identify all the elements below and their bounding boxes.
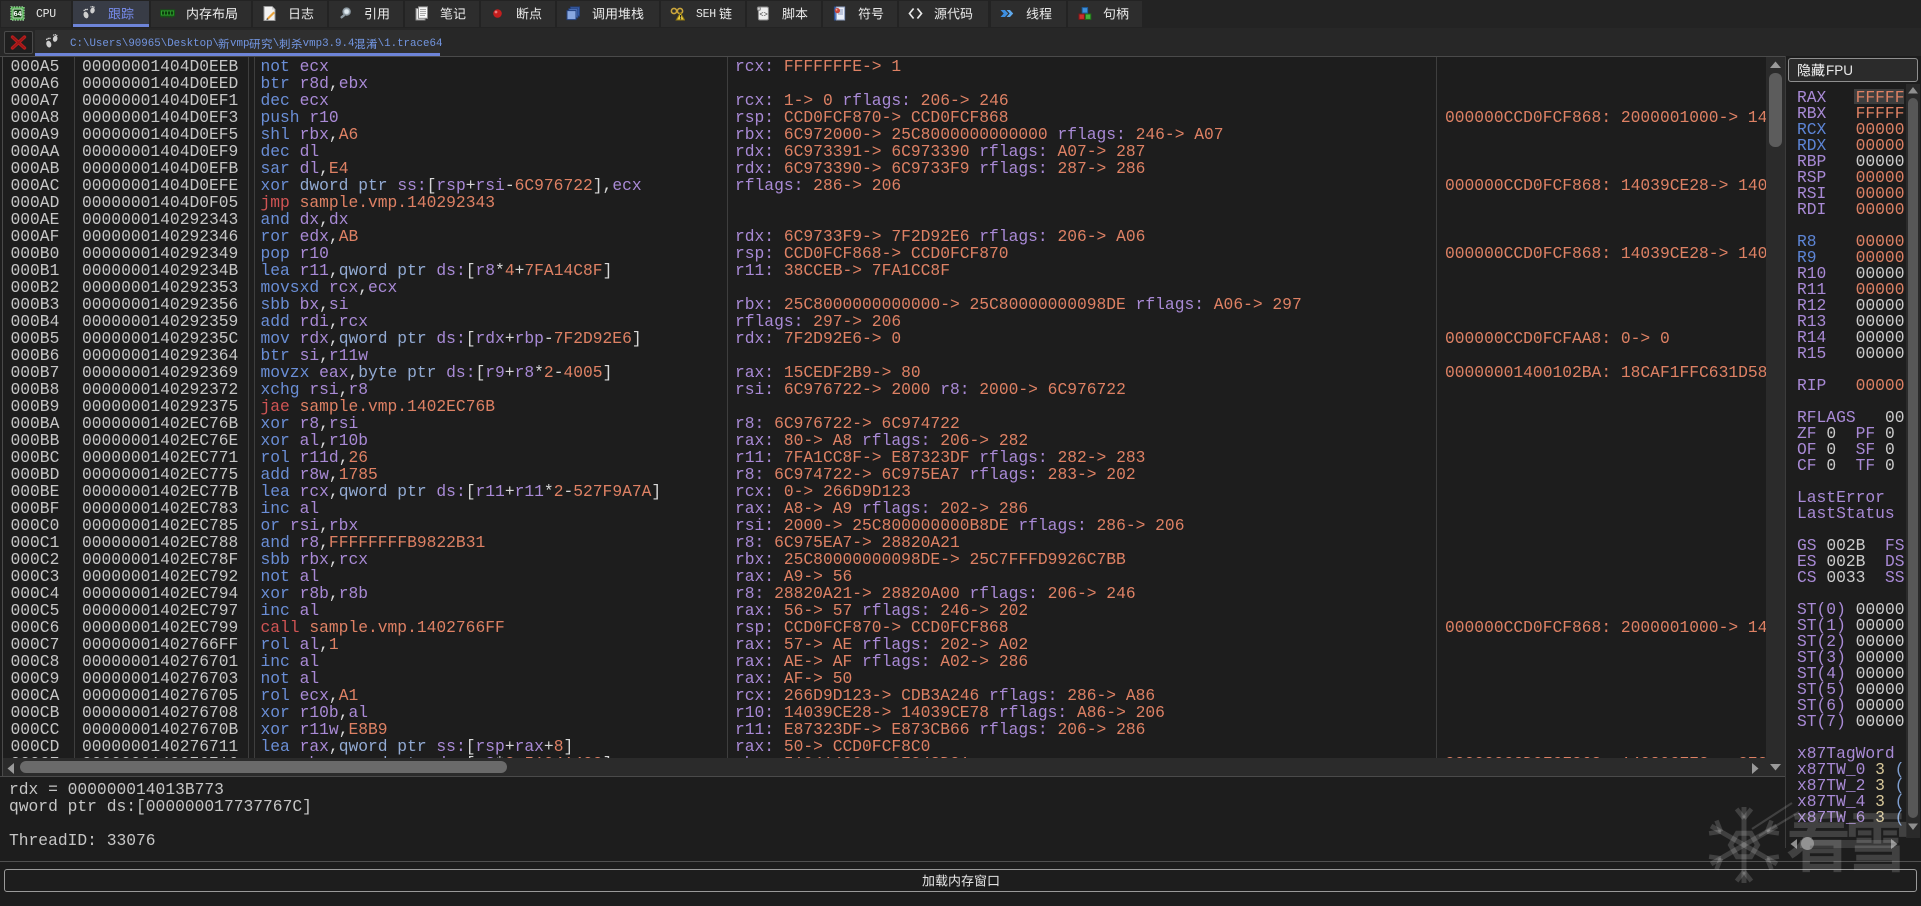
svg-text:<>: <> — [759, 12, 767, 20]
svg-text:64: 64 — [14, 11, 22, 18]
